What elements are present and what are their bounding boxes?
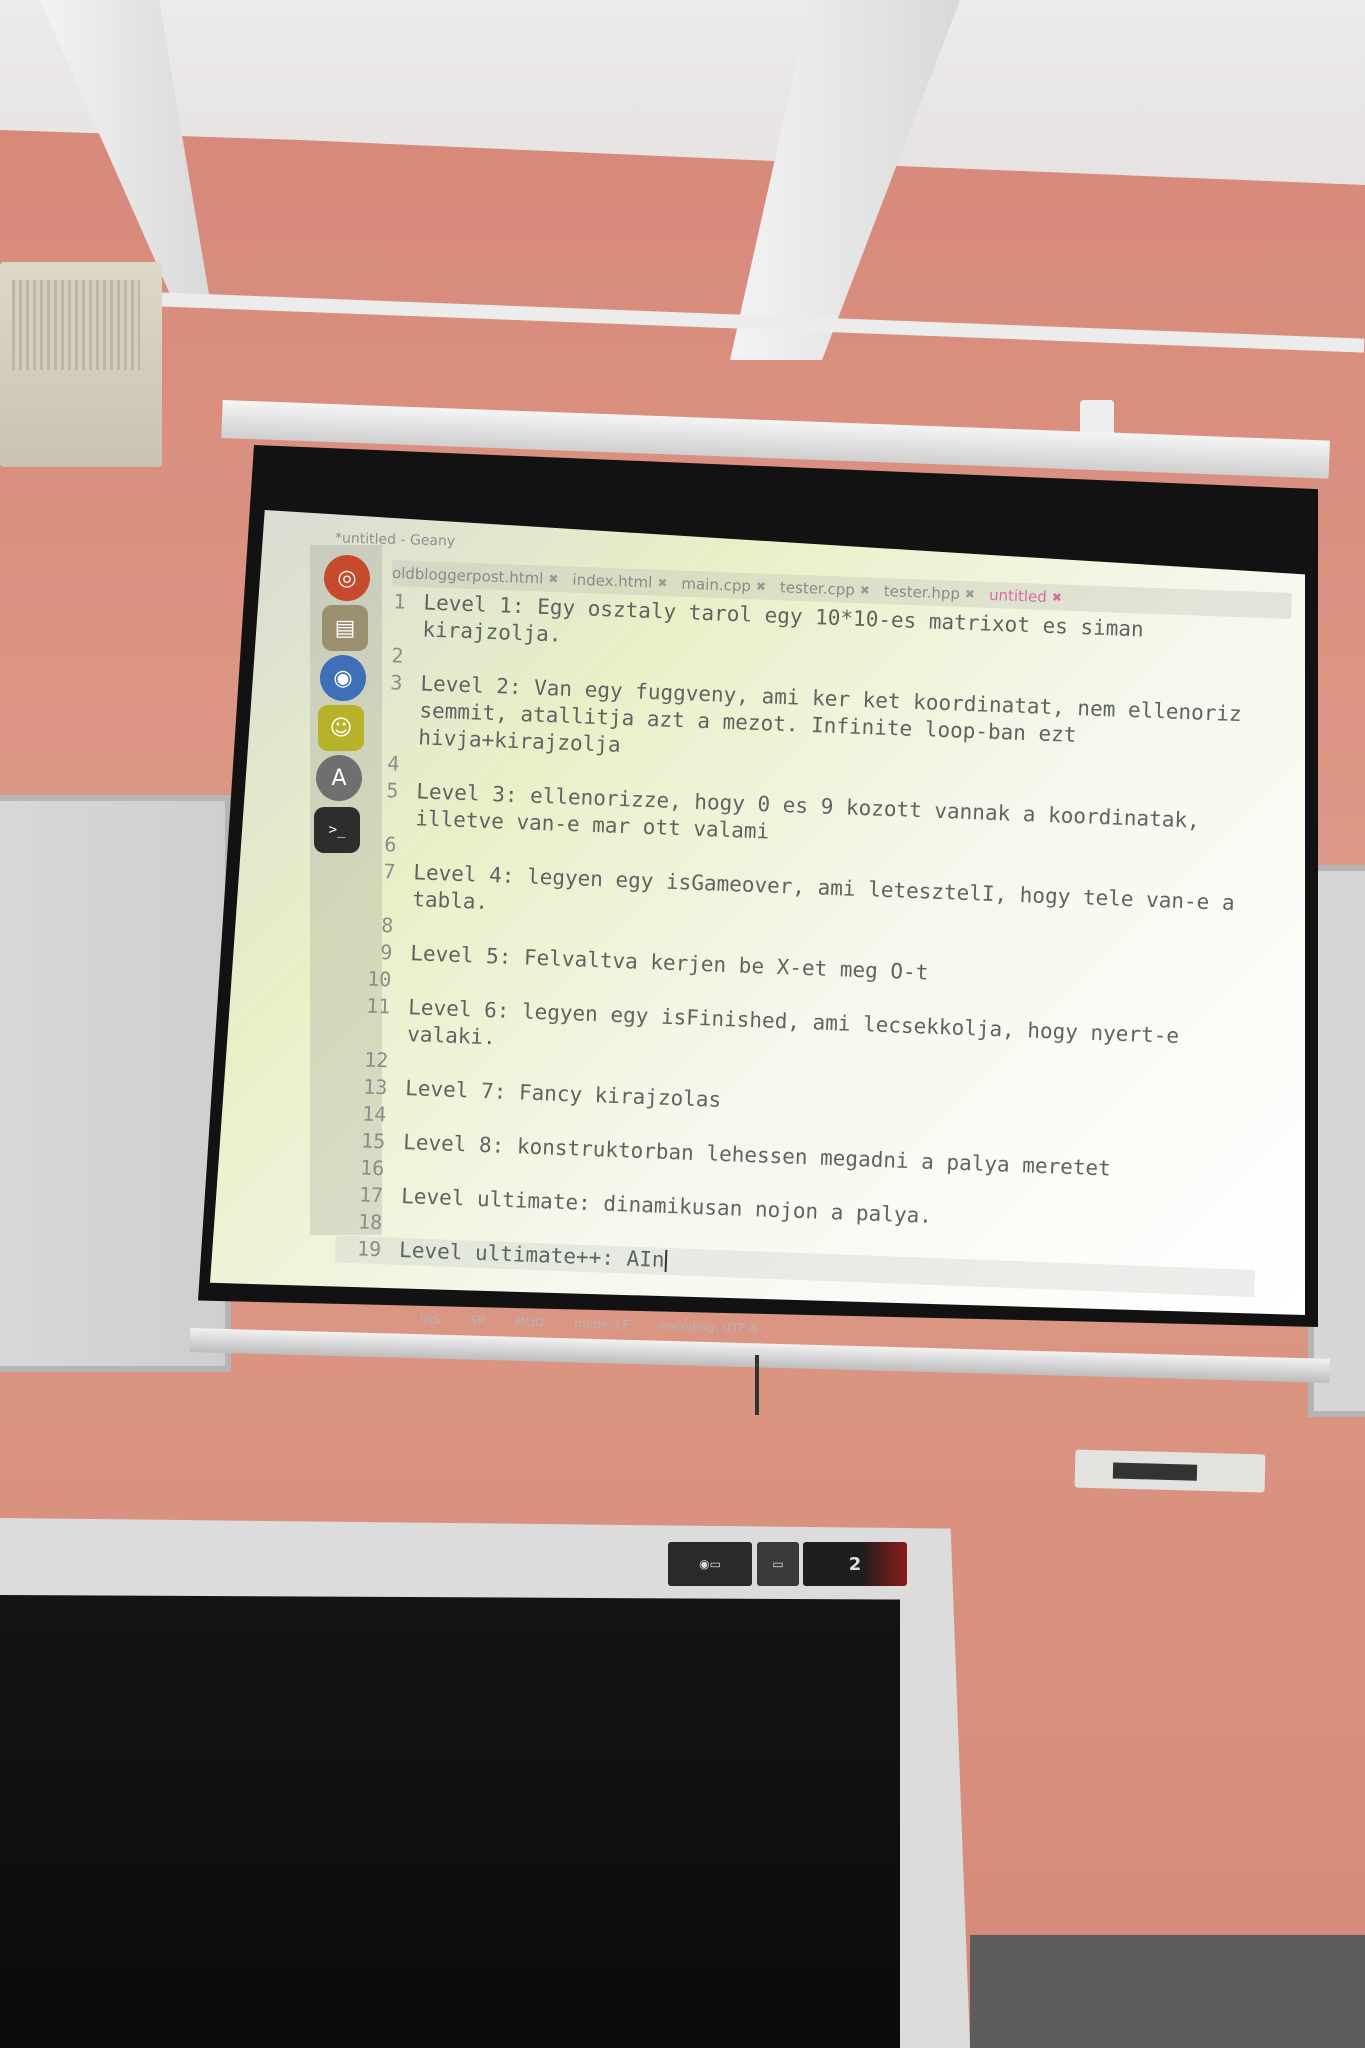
tab-5[interactable]: untitled ✖: [989, 586, 1063, 607]
line-number: 3: [389, 670, 403, 695]
tab-label: main.cpp: [681, 574, 752, 596]
line-number: 18: [357, 1209, 383, 1235]
line-number: 1: [393, 589, 406, 614]
line-number: 13: [362, 1074, 388, 1100]
line-number: 4: [386, 751, 400, 776]
tab-2[interactable]: main.cpp ✖: [681, 575, 766, 596]
statusbar-item: INS: [419, 1312, 441, 1327]
line-number: 14: [361, 1101, 387, 1127]
line-number: 8: [380, 913, 394, 938]
statusbar-item: mode: LF: [573, 1316, 630, 1332]
code-editor[interactable]: 1 Level 1: Egy osztaly tarol egy 10*10-es…: [334, 588, 1279, 1298]
line-number: 16: [359, 1155, 385, 1181]
desk-shadow: [970, 1935, 1365, 2048]
line-number: 5: [385, 778, 399, 803]
tab-label: tester.hpp: [883, 582, 961, 603]
brand-sticker: 2: [803, 1542, 907, 1586]
tab-label: index.html: [572, 570, 653, 592]
foreground-monitor-screen: [0, 1595, 900, 2048]
close-icon[interactable]: ✖: [860, 583, 871, 597]
code-text: tabla.: [411, 887, 489, 915]
statusbar-item: MOD: [514, 1314, 545, 1330]
window-title: *untitled - Geany: [334, 530, 456, 550]
line-number: 17: [358, 1182, 384, 1208]
air-conditioner: [0, 262, 162, 467]
tab-label: untitled: [988, 585, 1048, 607]
line-number: 11: [365, 993, 391, 1019]
line-number: 6: [383, 832, 397, 857]
wall-outlet: [1074, 1449, 1266, 1493]
tab-4[interactable]: tester.hpp ✖: [884, 582, 976, 603]
line-number: 2: [391, 643, 404, 668]
tab-3[interactable]: tester.cpp ✖: [780, 578, 871, 599]
tab-label: oldbloggerpost.html: [391, 564, 544, 588]
close-icon[interactable]: ✖: [1052, 590, 1063, 604]
statusbar-item: encoding: UTF-8: [659, 1318, 758, 1336]
screen-pull-cord: [755, 1355, 759, 1415]
tab-label: tester.cpp: [779, 578, 856, 599]
code-text: kirajzolja.: [422, 617, 562, 647]
close-icon[interactable]: ✖: [548, 572, 559, 586]
line-number: 15: [360, 1128, 386, 1154]
close-icon[interactable]: ✖: [657, 576, 668, 590]
statusbar-item: SP: [469, 1313, 486, 1328]
line-number: 7: [382, 859, 396, 884]
line-number: 10: [366, 966, 392, 992]
line-number: 12: [363, 1047, 389, 1073]
close-icon[interactable]: ✖: [756, 579, 767, 593]
line-number: 19: [356, 1236, 382, 1262]
tab-0[interactable]: oldbloggerpost.html ✖: [392, 564, 559, 588]
whiteboard-left: [0, 795, 231, 1372]
code-text: valaki.: [406, 1022, 497, 1050]
line-number: 9: [379, 940, 393, 965]
text-cursor: [664, 1249, 667, 1272]
tab-1[interactable]: index.html ✖: [572, 571, 668, 592]
close-icon[interactable]: ✖: [965, 587, 976, 601]
energy-sticker: ◉▭: [668, 1542, 752, 1586]
spec-sticker: ▭: [757, 1542, 799, 1586]
